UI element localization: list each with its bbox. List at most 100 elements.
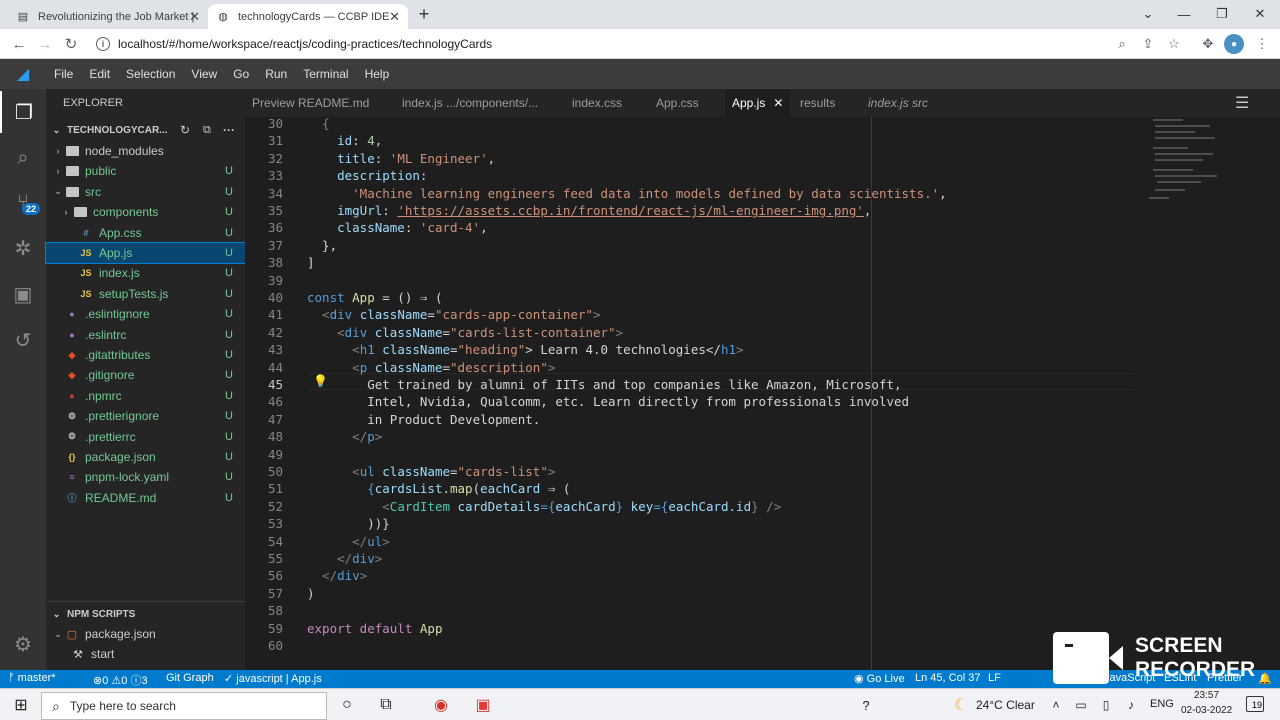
- branch-status[interactable]: ᚠ master*: [8, 672, 56, 684]
- windows-start-icon[interactable]: ⊞: [8, 693, 34, 717]
- menu-view[interactable]: View: [183, 59, 225, 89]
- close-icon[interactable]: ✕: [773, 96, 783, 110]
- address-bar[interactable]: i localhost/#/home/workspace/reactjs/cod…: [96, 34, 1096, 54]
- tab-components-index[interactable]: index.js .../components/...: [395, 89, 545, 117]
- tree-item-app-js[interactable]: JS App.js U: [45, 242, 246, 264]
- new-tab-button[interactable]: +: [408, 3, 440, 25]
- share-icon[interactable]: ⇪: [1138, 34, 1158, 54]
- tab-app-css[interactable]: App.css: [649, 89, 706, 117]
- npm-package-json[interactable]: ⌄ ▢ package.json: [46, 624, 245, 644]
- menu-run[interactable]: Run: [257, 59, 295, 89]
- search-icon[interactable]: ⌕: [0, 137, 46, 179]
- back-arrow-icon[interactable]: ←: [8, 33, 30, 55]
- tab-list-icon[interactable]: ☰: [1235, 93, 1249, 113]
- close-tab-icon[interactable]: ✕: [189, 9, 200, 25]
- tree-item-components[interactable]: › components U: [46, 202, 245, 222]
- code-line-51: {cardsList.map(eachCard ⇒ (: [307, 481, 571, 497]
- menu-file[interactable]: File: [46, 59, 81, 89]
- explorer-files-icon[interactable]: ❐: [0, 91, 46, 133]
- network-icon[interactable]: ▭: [1068, 693, 1094, 717]
- tab-app-js[interactable]: App.js ✕: [725, 89, 791, 117]
- clock-date[interactable]: 02-03-2022: [1181, 705, 1232, 716]
- project-section-header[interactable]: ⌄ TECHNOLOGYCAR... ↻ ⧉ ···: [46, 120, 245, 140]
- chrome-icon[interactable]: ◉: [428, 693, 454, 717]
- minimap[interactable]: [1145, 117, 1230, 217]
- zoom-icon[interactable]: ⌕: [1112, 34, 1132, 54]
- task-view-icon[interactable]: ⧉: [373, 693, 399, 717]
- tree-item-gitignore[interactable]: ◆ .gitignore U: [46, 365, 245, 385]
- debug-icon[interactable]: ✲: [0, 227, 46, 269]
- tab-search-icon[interactable]: ⌄: [1130, 3, 1166, 25]
- settings-gear-icon[interactable]: ⚙: [0, 623, 46, 665]
- tree-item-npmrc[interactable]: ● .npmrc U: [46, 386, 245, 406]
- code-editor[interactable]: 30 31 32 33 34 35 36 37 38 39 40 41 42 43 44 45 46 47 48 49…: [245, 116, 1280, 670]
- npm-scripts-header[interactable]: ⌄ NPM SCRIPTS: [46, 604, 245, 624]
- git-graph-button[interactable]: Git Graph: [166, 672, 214, 684]
- tree-item-prettierignore[interactable]: ⚙ .prettierignore U: [46, 406, 245, 426]
- extensions-icon[interactable]: ✥: [1198, 34, 1218, 54]
- profile-avatar[interactable]: ●: [1224, 34, 1244, 54]
- volume-icon[interactable]: ♪: [1118, 693, 1144, 717]
- weather-text[interactable]: 24°C Clear: [976, 698, 1035, 712]
- code-line-46: Intel, Nvidia, Qualcomm, etc. Learn dire…: [307, 394, 910, 410]
- cursor-position[interactable]: Ln 45, Col 37: [915, 672, 980, 684]
- close-window-button[interactable]: ✕: [1242, 3, 1278, 25]
- reload-icon[interactable]: ↻: [60, 33, 82, 55]
- eol-status[interactable]: LF: [988, 672, 1001, 684]
- tab-src-index[interactable]: index.js src: [861, 89, 935, 117]
- menu-selection[interactable]: Selection: [118, 59, 183, 89]
- tab-results[interactable]: results: [793, 89, 842, 117]
- input-language[interactable]: ENG: [1150, 698, 1174, 710]
- clock-time[interactable]: 23:57: [1194, 690, 1219, 701]
- tree-item-pnpm-lock-yaml[interactable]: ≡ pnpm-lock.yaml U: [46, 467, 245, 487]
- chevron-down-icon: ⌄: [54, 628, 62, 639]
- tree-item-src[interactable]: ⌄ src U: [46, 182, 245, 202]
- tree-item-eslintrc[interactable]: ● .eslintrc U: [46, 325, 245, 345]
- site-info-icon[interactable]: i: [96, 37, 110, 51]
- recorder-app-icon[interactable]: ▣: [470, 693, 496, 717]
- code-line-44: <p className="description">: [307, 359, 556, 375]
- tab-preview-readme[interactable]: Preview README.md: [245, 89, 376, 117]
- extensions-icon[interactable]: ▣: [0, 273, 46, 315]
- maximize-button[interactable]: ❐: [1204, 3, 1240, 25]
- menu-edit[interactable]: Edit: [81, 59, 118, 89]
- source-control-icon[interactable]: ⑂: [0, 181, 46, 223]
- tree-item-gitattributes[interactable]: ◆ .gitattributes U: [46, 345, 245, 365]
- tree-item-public[interactable]: › public U: [46, 161, 245, 181]
- menu-go[interactable]: Go: [225, 59, 257, 89]
- tray-chevron-icon[interactable]: ˄: [1043, 693, 1069, 717]
- taskbar-search-box[interactable]: ⌕ Type here to search: [41, 692, 327, 720]
- menu-help[interactable]: Help: [357, 59, 398, 89]
- problems-status[interactable]: ⊗0 ⚠0 ⓘ3: [93, 672, 148, 688]
- forward-arrow-icon[interactable]: →: [34, 33, 56, 55]
- more-actions-icon[interactable]: ···: [223, 123, 235, 137]
- browser-tab-technologycards[interactable]: ◍ technologyCards — CCBP IDE ✕: [208, 4, 408, 29]
- battery-icon[interactable]: ▯: [1093, 693, 1119, 717]
- tree-item-eslintignore[interactable]: ● .eslintignore U: [46, 304, 245, 324]
- help-icon[interactable]: ?: [853, 693, 879, 717]
- tree-item-readme-md[interactable]: ⓘ README.md U: [46, 488, 245, 508]
- notifications-bell-icon[interactable]: 🔔: [1258, 672, 1272, 685]
- minimize-button[interactable]: —: [1166, 3, 1202, 25]
- collapse-all-icon[interactable]: ⧉: [203, 124, 211, 137]
- tab-index-css[interactable]: index.css: [565, 89, 629, 117]
- close-tab-icon[interactable]: ✕: [389, 9, 400, 25]
- more-menu-icon[interactable]: ⋮: [1252, 34, 1272, 54]
- tree-item-prettierrc[interactable]: ⚙ .prettierrc U: [46, 427, 245, 447]
- go-live-button[interactable]: ◉ Go Live: [854, 672, 905, 685]
- browser-tab-job-market[interactable]: ▤ Revolutionizing the Job Market | ✕: [8, 4, 208, 29]
- refresh-icon[interactable]: ↻: [180, 123, 190, 137]
- tree-item-setuptests-js[interactable]: JS setupTests.js U: [46, 284, 245, 304]
- npm-script-start[interactable]: ⚒ start: [46, 644, 245, 664]
- notification-center-icon[interactable]: 19: [1246, 696, 1264, 712]
- bookmark-star-icon[interactable]: ☆: [1164, 34, 1184, 54]
- cortana-icon[interactable]: ○: [334, 693, 360, 717]
- tree-item-app-css[interactable]: # App.css U: [46, 223, 245, 243]
- tree-item-index-js[interactable]: JS index.js U: [46, 263, 245, 283]
- javascript-status[interactable]: ✓ javascript | App.js: [224, 672, 322, 685]
- tree-item-node-modules[interactable]: › node_modules: [46, 141, 245, 161]
- editor-tabs: Preview README.md index.js .../component…: [245, 89, 1280, 117]
- menu-terminal[interactable]: Terminal: [295, 59, 356, 89]
- timeline-icon[interactable]: ↺: [0, 319, 46, 361]
- tree-item-package-json[interactable]: {} package.json U: [46, 447, 245, 467]
